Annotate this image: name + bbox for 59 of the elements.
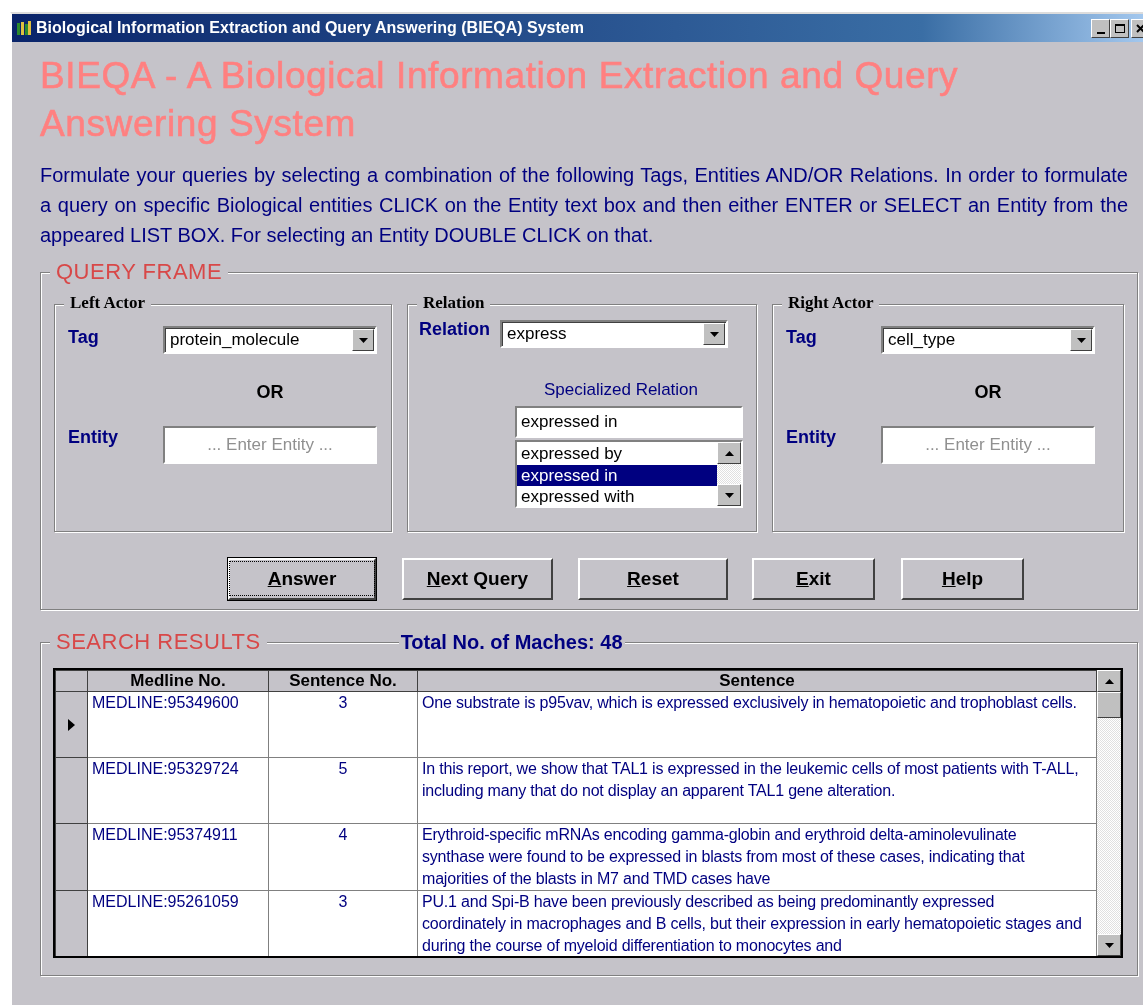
list-item[interactable]: expressed in bbox=[517, 464, 717, 486]
scroll-thumb[interactable] bbox=[1097, 692, 1121, 718]
dropdown-arrow-icon bbox=[1076, 337, 1086, 343]
row-selector[interactable] bbox=[55, 691, 88, 758]
row-selector[interactable] bbox=[55, 890, 88, 956]
column-header: Sentence bbox=[417, 670, 1097, 692]
push-button[interactable]: Reset bbox=[578, 558, 728, 600]
or-label: OR bbox=[255, 381, 285, 403]
specialized-relation-field[interactable]: expressed in bbox=[515, 406, 743, 438]
field-label: Entity bbox=[786, 426, 837, 448]
dropdown[interactable]: cell_type bbox=[881, 326, 1095, 354]
window-title: Biological Information Extraction and Query Answering (BIEQA) System bbox=[36, 19, 585, 37]
table-cell: MEDLINE:95329724 bbox=[87, 757, 269, 824]
table-cell: In this report, we show that TAL1 is expressed in the leukemic cells of most patients with T-ALL, including many that do not display an apparent TAL1 gene alteration. bbox=[417, 757, 1097, 824]
row-selector[interactable] bbox=[55, 823, 88, 891]
list-item[interactable]: expressed by bbox=[517, 443, 717, 465]
instructions-text: Formulate your queries by selecting a combination of the following Tags, Entities AND/OR Relations. In order to formulate a query on specific Biological entities CLICK on the Entity text box and then either ENTER or SELECT an Entity from the appeared LIST BOX. For selecting an Entity DOUBLE CLICK on that. bbox=[40, 163, 1128, 248]
close-icon bbox=[1136, 23, 1143, 33]
table-cell: 3 bbox=[268, 890, 418, 956]
list-item[interactable]: expressed with bbox=[517, 486, 717, 508]
column-header: Medline No. bbox=[87, 670, 269, 692]
field-label: Tag bbox=[68, 326, 100, 348]
dropdown[interactable]: protein_molecule bbox=[163, 326, 377, 354]
current-row-icon bbox=[68, 718, 75, 731]
scroll-down-icon[interactable] bbox=[1104, 942, 1114, 948]
scroll-up-icon[interactable] bbox=[724, 450, 734, 456]
dropdown[interactable]: express bbox=[500, 320, 728, 348]
column-header: Sentence No. bbox=[268, 670, 418, 692]
table-cell: MEDLINE:95349600 bbox=[87, 691, 269, 758]
dropdown-arrow-icon bbox=[358, 337, 368, 343]
field-label: Specialized Relation bbox=[542, 380, 699, 400]
minimize-button[interactable] bbox=[1091, 18, 1110, 38]
push-button[interactable]: Help bbox=[901, 558, 1024, 600]
push-button[interactable]: Next Query bbox=[402, 558, 553, 600]
table-cell: MEDLINE:95374911 bbox=[87, 823, 269, 891]
scroll-up-icon[interactable] bbox=[1104, 678, 1114, 684]
maximize-button[interactable] bbox=[1110, 18, 1129, 38]
field-label: Tag bbox=[786, 326, 818, 348]
table-cell: One substrate is p95vav, which is expressed exclusively in hematopoietic and trophoblast cells. bbox=[417, 691, 1097, 758]
push-button[interactable]: Exit bbox=[752, 558, 875, 600]
entity-field[interactable]: ... Enter Entity ... bbox=[163, 426, 377, 464]
scroll-down-icon[interactable] bbox=[724, 492, 734, 498]
table-cell: MEDLINE:95261059 bbox=[87, 890, 269, 956]
table-cell: Erythroid-specific mRNAs encoding gamma-globin and erythroid delta-aminolevulinate synthase were found to be expressed in blasts from most of these cases, indicating that majorities of the blasts in M7 and TMD cases have bbox=[417, 823, 1097, 891]
dropdown-arrow-icon bbox=[709, 331, 719, 337]
app-heading: BIEQA - A Biological Information Extraction and Query Answering System bbox=[40, 54, 960, 146]
table-cell: 5 bbox=[268, 757, 418, 824]
maximize-icon bbox=[1114, 23, 1125, 33]
field-label: Entity bbox=[68, 426, 119, 448]
minimize-icon bbox=[1096, 31, 1105, 34]
table-cell: 4 bbox=[268, 823, 418, 891]
row-selector[interactable] bbox=[55, 757, 88, 824]
entity-field[interactable]: ... Enter Entity ... bbox=[881, 426, 1095, 464]
table-cell: PU.1 and Spi-B have been previously described as being predominantly expressed coordinately in macrophages and B cells, but their expression in early hematopoietic stages and during the course of myeloid differentiation to monocytes and bbox=[417, 890, 1097, 956]
or-label: OR bbox=[973, 381, 1003, 403]
push-button[interactable]: Answer bbox=[228, 558, 376, 600]
field-label: Relation bbox=[419, 318, 490, 340]
books-icon bbox=[16, 20, 32, 36]
table-cell: 3 bbox=[268, 691, 418, 758]
